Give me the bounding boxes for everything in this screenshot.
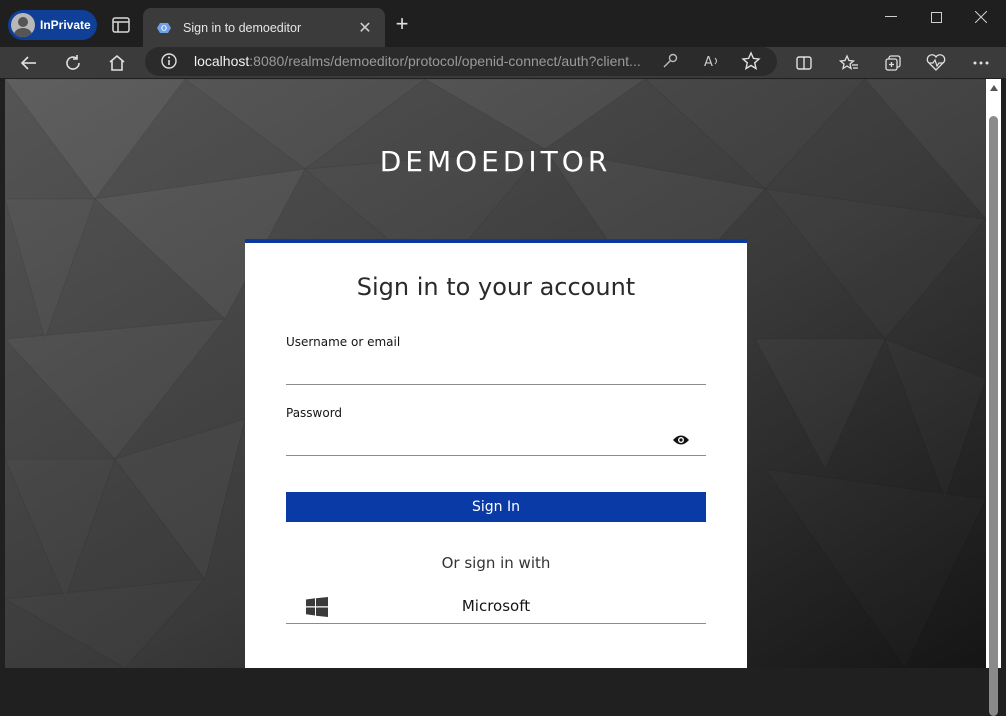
inprivate-label: InPrivate <box>40 18 91 32</box>
svg-text:A: A <box>704 55 713 70</box>
page-title: Sign in to your account <box>356 273 636 301</box>
login-page: DEMOEDITOR Sign in to your account Usern… <box>5 79 986 668</box>
url-path: :8080/realms/demoeditor/protocol/openid-… <box>249 53 641 69</box>
window-close-icon[interactable] <box>966 6 996 28</box>
settings-more-icon[interactable] <box>968 50 994 76</box>
page-scrollbar[interactable] <box>986 79 1001 716</box>
refresh-icon[interactable] <box>60 50 86 76</box>
title-bar: InPrivate Sign in to demoeditor ✕ + <box>0 0 1006 47</box>
scroll-up-icon[interactable] <box>990 85 998 91</box>
username-input[interactable] <box>286 357 706 385</box>
url-text[interactable]: localhost:8080/realms/demoeditor/protoco… <box>194 53 664 69</box>
microsoft-signin-button[interactable]: Microsoft <box>286 588 706 624</box>
alt-signin-label: Or sign in with <box>441 554 551 572</box>
minimize-icon[interactable] <box>876 6 906 28</box>
sign-in-button[interactable]: Sign In <box>286 492 706 522</box>
url-host: localhost <box>194 53 250 69</box>
keycloak-favicon-icon <box>157 22 171 33</box>
favorite-star-icon[interactable] <box>738 48 764 74</box>
maximize-icon[interactable] <box>921 6 951 28</box>
site-info-icon[interactable] <box>161 53 177 69</box>
username-label: Username or email <box>286 335 401 349</box>
password-key-icon[interactable] <box>657 48 683 74</box>
tab-actions-icon[interactable] <box>110 14 132 36</box>
collections-icon[interactable] <box>880 50 906 76</box>
home-icon[interactable] <box>104 50 130 76</box>
realm-title: DEMOEDITOR <box>379 145 612 178</box>
tab-active[interactable]: Sign in to demoeditor ✕ <box>143 8 385 47</box>
provider-label: Microsoft <box>461 597 531 615</box>
show-password-eye-icon[interactable] <box>669 431 693 449</box>
favorites-icon[interactable] <box>836 50 862 76</box>
split-screen-icon[interactable] <box>791 50 817 76</box>
profile-avatar <box>11 13 35 37</box>
read-aloud-icon[interactable]: A <box>699 48 725 74</box>
tab-title: Sign in to demoeditor <box>183 20 302 35</box>
browser-essentials-icon[interactable] <box>923 50 949 76</box>
inprivate-badge[interactable]: InPrivate <box>8 10 97 40</box>
address-bar[interactable]: localhost:8080/realms/demoeditor/protoco… <box>145 47 777 76</box>
back-icon[interactable] <box>16 50 42 76</box>
scrollbar-thumb[interactable] <box>989 116 998 716</box>
tab-close-icon[interactable]: ✕ <box>355 18 375 38</box>
password-label: Password <box>286 406 343 420</box>
browser-toolbar: localhost:8080/realms/demoeditor/protoco… <box>0 47 1006 78</box>
new-tab-icon[interactable]: + <box>390 13 414 37</box>
password-input[interactable] <box>286 428 706 456</box>
login-card: Sign in to your account Username or emai… <box>245 239 747 668</box>
